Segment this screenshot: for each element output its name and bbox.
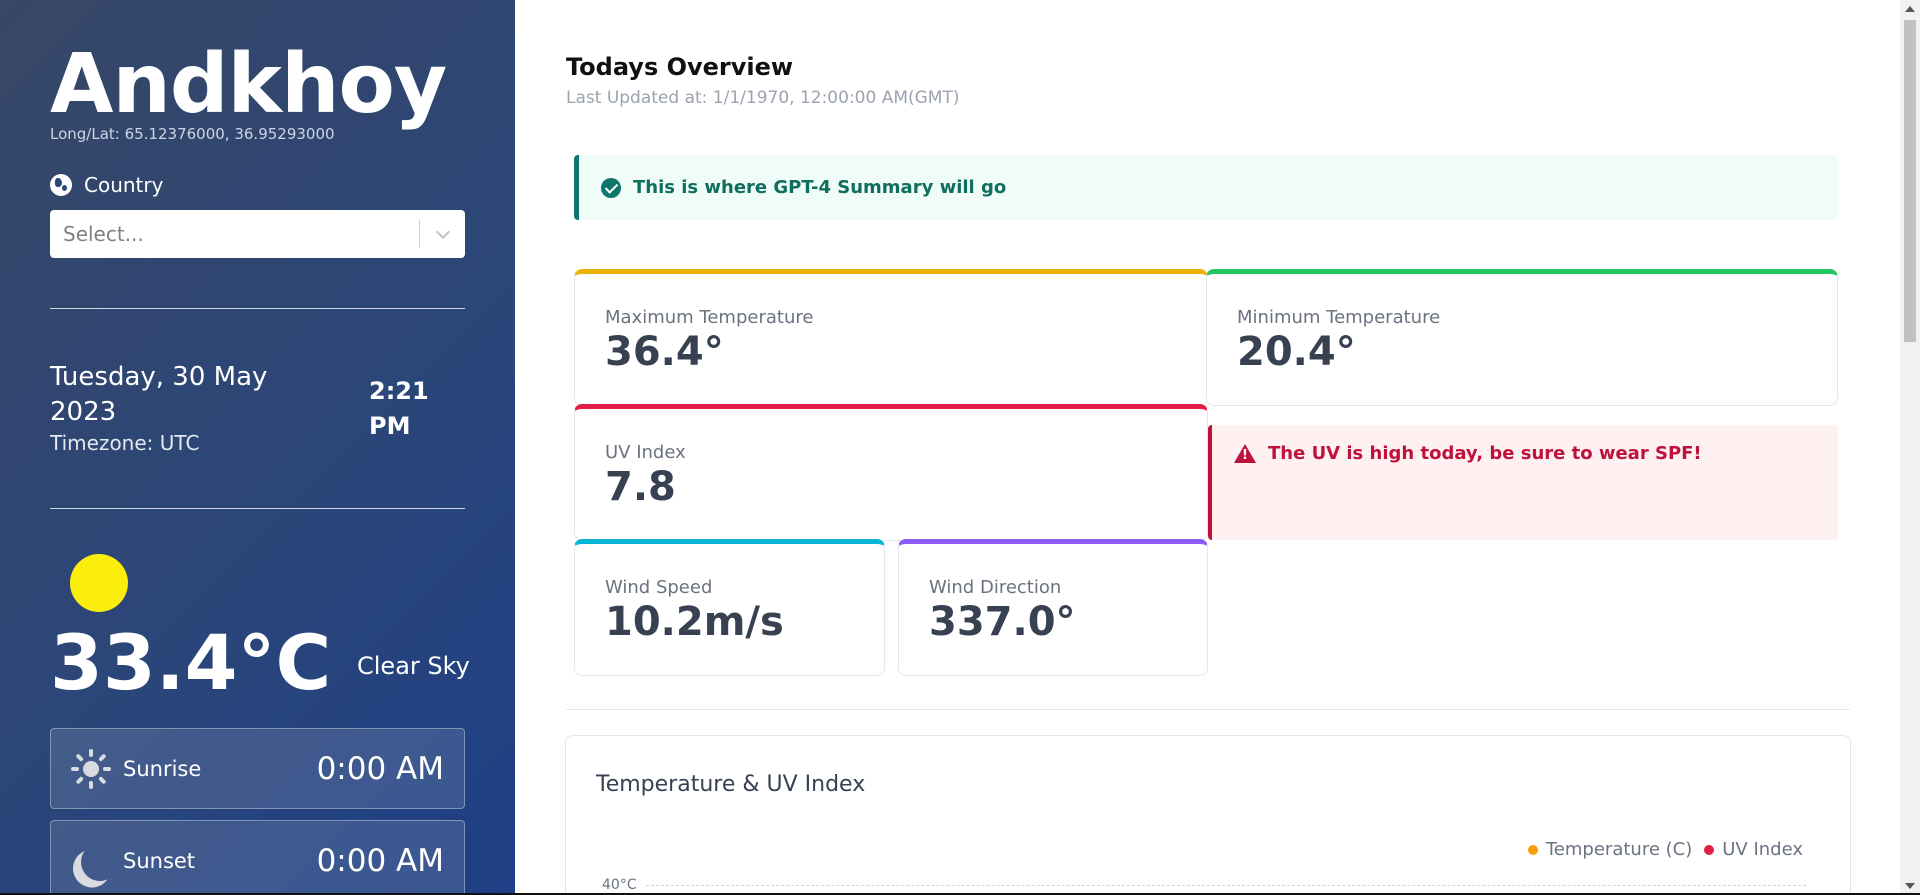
wind-speed-value: 10.2m/s — [605, 599, 784, 645]
coordinates: Long/Lat: 65.12376000, 36.95293000 — [50, 125, 335, 143]
chart-legend: Temperature (C) UV Index — [1527, 839, 1803, 860]
uv-alert-text: The UV is high today, be sure to wear SP… — [1268, 443, 1702, 464]
chart-title: Temperature & UV Index — [596, 772, 866, 797]
min-temp-card: Minimum Temperature 20.4° — [1206, 269, 1838, 406]
vertical-scrollbar[interactable] — [1900, 0, 1920, 895]
last-updated: Last Updated at: 1/1/1970, 12:00:00 AM(G… — [566, 88, 960, 108]
wind-direction-card: Wind Direction 337.0° — [898, 539, 1208, 676]
uv-alert: The UV is high today, be sure to wear SP… — [1208, 425, 1838, 540]
sunrise-card: Sunrise 0:00 AM — [50, 728, 465, 809]
section-divider — [566, 709, 1850, 710]
legend-dot-icon — [1527, 844, 1538, 855]
globe-icon — [50, 174, 72, 196]
moon-icon — [71, 841, 111, 881]
divider — [50, 508, 465, 509]
warning-icon — [1234, 444, 1256, 463]
chevron-down-icon[interactable] — [420, 224, 465, 239]
sunrise-label: Sunrise — [123, 756, 202, 781]
legend-label: Temperature (C) — [1545, 839, 1693, 860]
uv-index-label: UV Index — [605, 442, 686, 463]
temperature-uv-chart-card: Temperature & UV Index Temperature (C) U… — [565, 735, 1851, 895]
sunset-label: Sunset — [123, 848, 196, 873]
current-date: Tuesday, 30 May 2023 — [50, 362, 268, 427]
current-temperature: 33.4°C — [50, 618, 332, 707]
legend-label: UV Index — [1722, 839, 1803, 860]
current-time: 2:21 PM — [369, 377, 429, 440]
sunset-time: 0:00 AM — [316, 842, 444, 879]
timezone: Timezone: UTC — [50, 431, 200, 455]
max-temp-card: Maximum Temperature 36.4° — [574, 269, 1208, 406]
uv-index-value: 7.8 — [605, 464, 676, 510]
wind-speed-card: Wind Speed 10.2m/s — [574, 539, 885, 676]
wind-speed-label: Wind Speed — [605, 577, 713, 598]
sunrise-icon — [71, 748, 111, 789]
wind-direction-label: Wind Direction — [929, 577, 1062, 598]
uv-index-card: UV Index 7.8 — [574, 404, 1208, 541]
divider — [50, 308, 465, 309]
main-content: Todays Overview Last Updated at: 1/1/197… — [515, 0, 1900, 895]
country-select-placeholder: Select... — [63, 222, 144, 246]
scroll-down-icon[interactable] — [1905, 883, 1915, 889]
scrollbar-thumb[interactable] — [1904, 20, 1916, 342]
y-axis-tick: 40°C — [602, 877, 637, 893]
legend-item-uv-index[interactable]: UV Index — [1704, 839, 1803, 860]
sunrise-time: 0:00 AM — [316, 750, 444, 787]
min-temp-label: Minimum Temperature — [1237, 307, 1441, 328]
summary-banner: This is where GPT-4 Summary will go — [574, 155, 1838, 220]
country-label: Country — [50, 173, 163, 197]
legend-dot-icon — [1704, 844, 1715, 855]
check-circle-icon — [601, 177, 621, 198]
country-label-text: Country — [84, 173, 164, 197]
chart-gridline — [646, 885, 1806, 886]
weather-condition: Clear Sky — [357, 652, 470, 680]
sunset-card: Sunset 0:00 AM — [50, 820, 465, 895]
page-title: Todays Overview — [566, 53, 794, 81]
min-temp-value: 20.4° — [1237, 329, 1356, 375]
wind-direction-value: 337.0° — [929, 599, 1076, 645]
legend-item-temperature[interactable]: Temperature (C) — [1527, 839, 1693, 860]
max-temp-value: 36.4° — [605, 329, 724, 375]
city-name: Andkhoy — [50, 37, 447, 132]
summary-text: This is where GPT-4 Summary will go — [633, 177, 1007, 198]
sidebar: Andkhoy Long/Lat: 65.12376000, 36.952930… — [0, 0, 515, 895]
clear-sky-sun-icon — [70, 554, 128, 612]
scroll-up-icon[interactable] — [1905, 6, 1915, 12]
max-temp-label: Maximum Temperature — [605, 307, 814, 328]
country-select[interactable]: Select... — [50, 210, 465, 258]
